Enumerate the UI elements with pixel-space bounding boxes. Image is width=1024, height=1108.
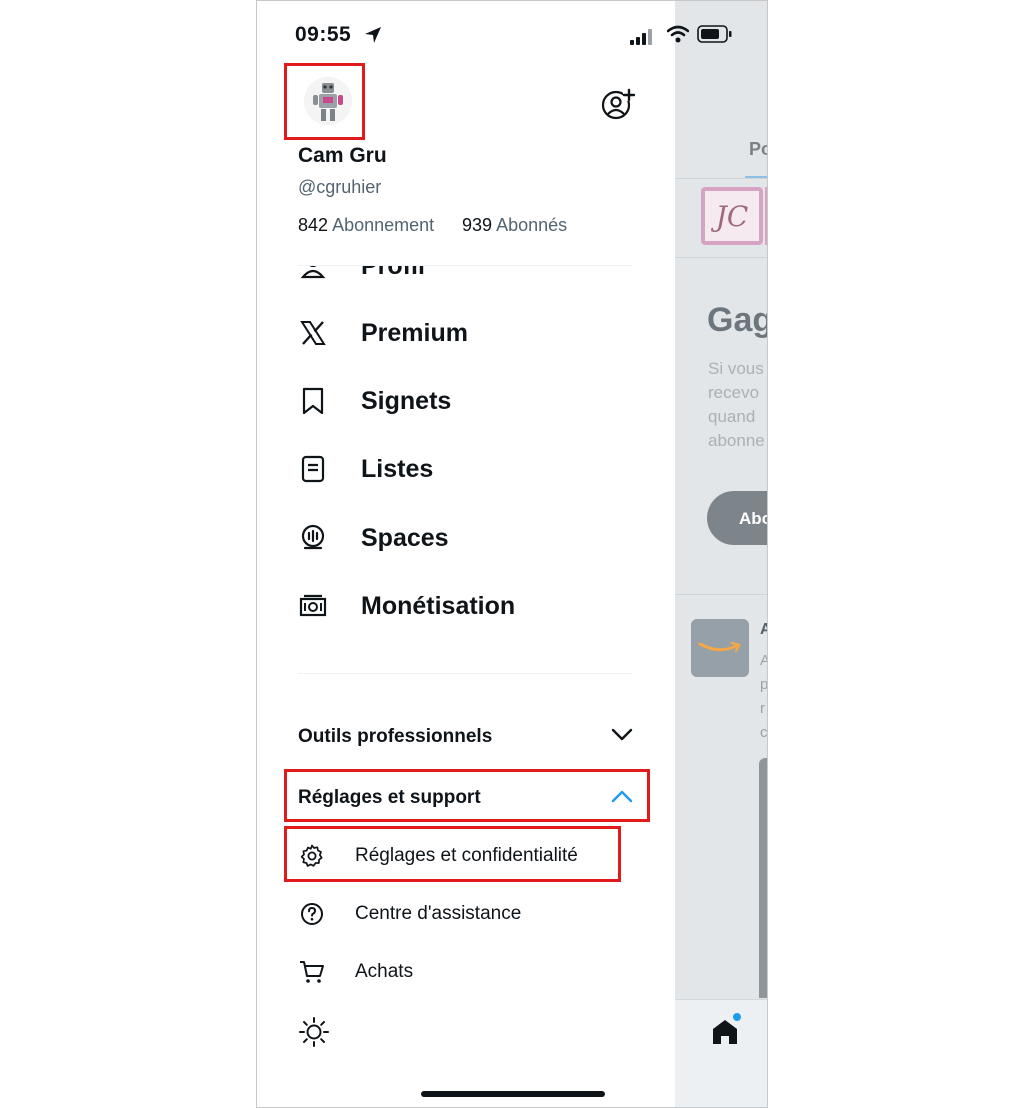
avatar[interactable] [304, 77, 352, 125]
signal-icon [630, 29, 656, 50]
menu-item-premium[interactable]: Premium [298, 310, 628, 356]
person-icon [298, 266, 328, 281]
feed-avatar-logo[interactable]: JC [701, 187, 763, 245]
x-logo-icon [298, 318, 328, 348]
display-mode-sun-icon[interactable] [298, 1016, 330, 1053]
feed-media [759, 758, 767, 998]
list-icon [298, 454, 328, 484]
menu-item-help-center[interactable]: Centre d'assistance [298, 894, 628, 934]
notification-dot [733, 1013, 741, 1021]
spaces-icon [298, 523, 328, 553]
navigation-drawer: 09:55 Cam Gru @cgruhier 842 Abonnement 9… [257, 1, 732, 1107]
menu-list: Profil Premium Signets Listes [257, 266, 675, 681]
profile-handle: @cgruhier [298, 177, 382, 197]
feed-card-heading: Gag [707, 301, 768, 339]
battery-icon [697, 25, 733, 48]
chevron-down-icon [611, 728, 633, 747]
feed-separator [675, 594, 767, 595]
feed-avatar-border [765, 187, 767, 245]
home-indicator[interactable] [421, 1091, 605, 1097]
divider [298, 673, 633, 674]
cart-icon [298, 958, 326, 986]
help-icon [298, 900, 326, 928]
money-icon [298, 591, 328, 621]
settings-privacy-highlight [284, 826, 621, 882]
menu-item-listes[interactable]: Listes [298, 446, 628, 492]
bottom-tab-bar [675, 999, 767, 1107]
wifi-icon [666, 25, 690, 48]
avatar-highlight [284, 63, 365, 140]
feed-card-text: Si vous recevo quand abonne [708, 359, 765, 450]
feed-tab[interactable]: Po [749, 139, 767, 160]
menu-item-spaces[interactable]: Spaces [298, 515, 628, 561]
home-icon[interactable] [711, 1018, 739, 1051]
following-count[interactable]: 842 Abonnement [298, 215, 434, 236]
followers-count[interactable]: 939 Abonnés [462, 215, 567, 236]
add-account-icon[interactable] [601, 87, 636, 126]
bookmark-icon [298, 386, 328, 416]
section-pro-tools[interactable]: Outils professionnels [298, 717, 633, 757]
menu-item-purchases[interactable]: Achats [298, 952, 628, 992]
amazon-avatar-icon[interactable] [691, 619, 749, 677]
feed-ad-name: A [760, 621, 767, 639]
location-arrow-icon [363, 25, 383, 50]
profile-name[interactable]: Cam Gru [298, 144, 387, 168]
menu-item-signets[interactable]: Signets [298, 378, 628, 424]
settings-support-highlight [284, 769, 650, 822]
phone-screen: Po JC Gag Si vous recevo quand abonne Ab… [256, 0, 768, 1108]
feed-separator [675, 257, 767, 258]
status-time: 09:55 [295, 23, 352, 46]
menu-item-profil[interactable]: Profil [298, 266, 628, 289]
feed-ad-text: A p r c [760, 652, 768, 741]
feed-subscribe-button[interactable]: Abo [707, 491, 767, 545]
menu-item-monetisation[interactable]: Monétisation [298, 583, 628, 629]
feed-separator [675, 178, 767, 179]
background-feed: Po JC Gag Si vous recevo quand abonne Ab… [675, 1, 768, 1107]
